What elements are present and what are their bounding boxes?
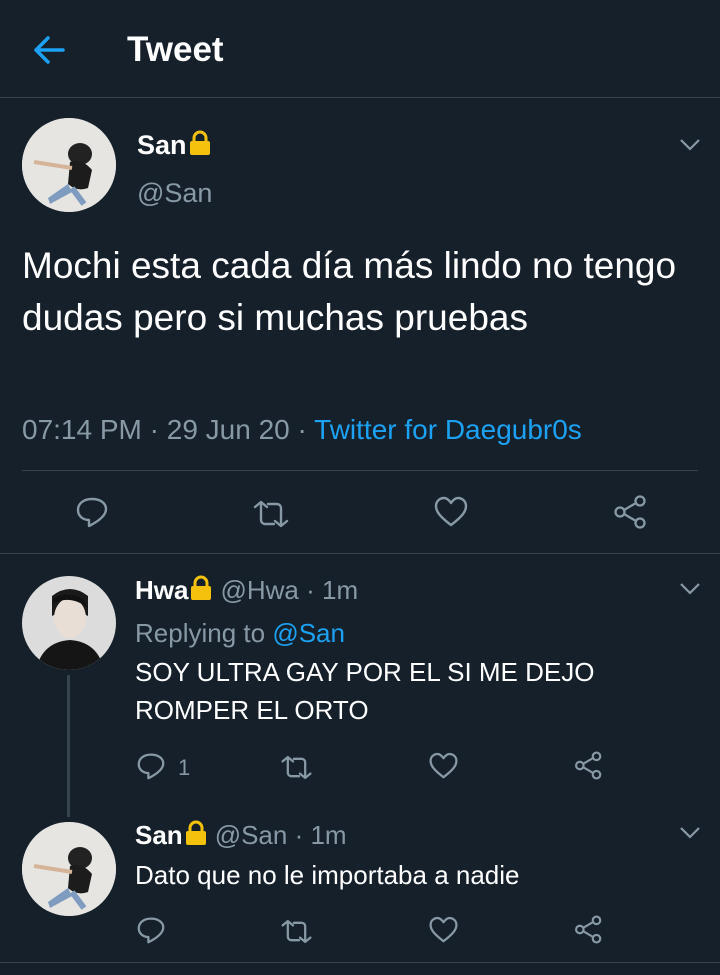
tweet-time: 07:14 PM xyxy=(22,414,142,445)
thread-line xyxy=(67,675,70,817)
lock-icon xyxy=(185,820,206,845)
reply-text-line: SOY ULTRA GAY POR EL SI ME DEJO xyxy=(135,657,595,687)
divider xyxy=(0,962,720,963)
chevron-down-icon[interactable] xyxy=(679,582,701,596)
share-icon xyxy=(575,915,602,944)
reply-icon xyxy=(137,917,165,944)
reply-count: 1 xyxy=(178,755,191,780)
reply-text-line: Dato que no le importaba a nadie xyxy=(135,860,520,890)
reply-text: SOY ULTRA GAY POR EL SI ME DEJO ROMPER E… xyxy=(135,653,594,729)
like-button[interactable] xyxy=(428,916,459,944)
avatar[interactable] xyxy=(22,576,116,670)
retweet-button[interactable] xyxy=(280,919,313,944)
reply-text-line: ROMPER EL ORTO xyxy=(135,695,369,725)
lock-icon xyxy=(191,575,212,600)
reply-icon xyxy=(137,753,165,780)
share-button[interactable] xyxy=(574,751,604,780)
author-handle[interactable]: @San xyxy=(137,178,212,209)
retweet-button[interactable] xyxy=(280,755,313,780)
share-button[interactable] xyxy=(613,495,649,529)
retweet-icon xyxy=(281,755,312,780)
author-handle[interactable]: @San xyxy=(215,820,288,850)
author-name-text: San xyxy=(137,130,187,160)
chevron-down-icon[interactable] xyxy=(679,826,701,840)
avatar-photo xyxy=(22,822,116,916)
reply-time: · 1m xyxy=(294,820,347,850)
page-title: Tweet xyxy=(127,30,224,69)
author-name[interactable]: Hwa xyxy=(135,575,188,605)
share-button[interactable] xyxy=(574,915,604,944)
reply-time: · 1m xyxy=(306,575,359,605)
back-arrow-icon[interactable] xyxy=(33,35,65,65)
reply-header: San @San · 1m xyxy=(135,820,347,851)
avatar[interactable] xyxy=(22,118,116,212)
reply-text: Dato que no le importaba a nadie xyxy=(135,856,520,894)
reply-button[interactable] xyxy=(136,752,166,780)
retweet-icon xyxy=(253,500,289,528)
meta-separator: · xyxy=(141,414,167,445)
like-icon xyxy=(429,916,458,943)
avatar-photo xyxy=(22,576,116,670)
meta-separator: · xyxy=(289,414,315,445)
divider xyxy=(0,553,720,554)
tweet-meta: 07:14 PM · 29 Jun 20 · Twitter for Daegu… xyxy=(22,414,582,446)
tweet-date: 29 Jun 20 xyxy=(166,414,290,445)
reply-icon xyxy=(76,497,108,528)
reply-button[interactable] xyxy=(75,496,109,528)
top-bar: Tweet xyxy=(0,0,720,98)
like-icon xyxy=(429,752,458,779)
like-button[interactable] xyxy=(433,496,469,528)
avatar[interactable] xyxy=(22,822,116,916)
replying-to: Replying to @San xyxy=(135,618,345,649)
retweet-button[interactable] xyxy=(252,500,290,528)
author-name[interactable]: San xyxy=(135,820,183,850)
author-handle[interactable]: @Hwa xyxy=(220,575,298,605)
retweet-icon xyxy=(281,919,312,944)
tweet-text: Mochi esta cada día más lindo no tengo d… xyxy=(22,245,677,338)
tweet-source[interactable]: Twitter for Daegubr0s xyxy=(314,414,582,445)
lock-icon xyxy=(189,130,210,155)
mention-link[interactable]: @San xyxy=(272,618,345,648)
author-name[interactable]: San xyxy=(137,130,211,161)
like-button[interactable] xyxy=(428,752,459,780)
reply-header: Hwa @Hwa · 1m xyxy=(135,575,358,606)
replying-label: Replying to xyxy=(135,618,266,648)
share-icon xyxy=(575,751,602,780)
avatar-photo xyxy=(22,118,116,212)
share-icon xyxy=(614,495,646,529)
chevron-down-icon[interactable] xyxy=(679,138,701,152)
like-icon xyxy=(434,496,468,527)
reply-button[interactable] xyxy=(136,916,166,944)
divider xyxy=(22,470,698,471)
